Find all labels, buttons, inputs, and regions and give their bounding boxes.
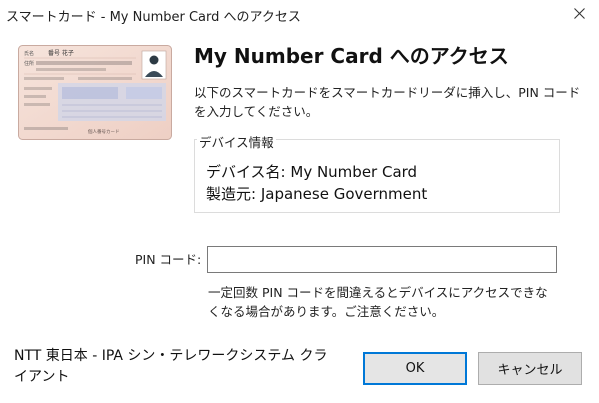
pin-label: PIN コード:: [135, 252, 202, 267]
device-info-title: デバイス情報: [197, 132, 276, 151]
svg-text:個人番号カード: 個人番号カード: [88, 128, 120, 135]
ok-button[interactable]: OK: [363, 352, 467, 385]
device-name: デバイス名: My Number Card: [206, 163, 418, 181]
smartcard-dialog: スマートカード - My Number Card へのアクセス 氏名 番号 花子…: [0, 0, 599, 403]
svg-text:氏名: 氏名: [24, 50, 34, 57]
device-info-group: デバイス情報 デバイス名: My Number Card 製造元: Japane…: [194, 132, 560, 213]
pin-input[interactable]: [207, 246, 557, 273]
close-button[interactable]: [559, 0, 599, 26]
device-manufacturer: 製造元: Japanese Government: [206, 185, 428, 203]
publisher-text: NTT 東日本 - IPA シン・テレワークシステム クライアント: [14, 348, 328, 385]
svg-text:住所: 住所: [24, 60, 34, 67]
my-number-card-image: 氏名 番号 花子 住所 個人番号カード: [18, 45, 172, 140]
cancel-button[interactable]: キャンセル: [478, 352, 582, 385]
dialog-heading: My Number Card へのアクセス: [194, 44, 509, 68]
instruction-text: 以下のスマートカードをスマートカードリーダに挿入し、PIN コードを入力してくだ…: [194, 85, 581, 119]
title-bar: スマートカード - My Number Card へのアクセス: [0, 0, 599, 30]
svg-text:番号 花子: 番号 花子: [48, 49, 74, 57]
pin-warning-text: 一定回数 PIN コードを間違えるとデバイスにアクセスできなくなる場合があります…: [208, 285, 548, 319]
window-title: スマートカード - My Number Card へのアクセス: [6, 10, 301, 25]
close-icon: [573, 7, 585, 19]
